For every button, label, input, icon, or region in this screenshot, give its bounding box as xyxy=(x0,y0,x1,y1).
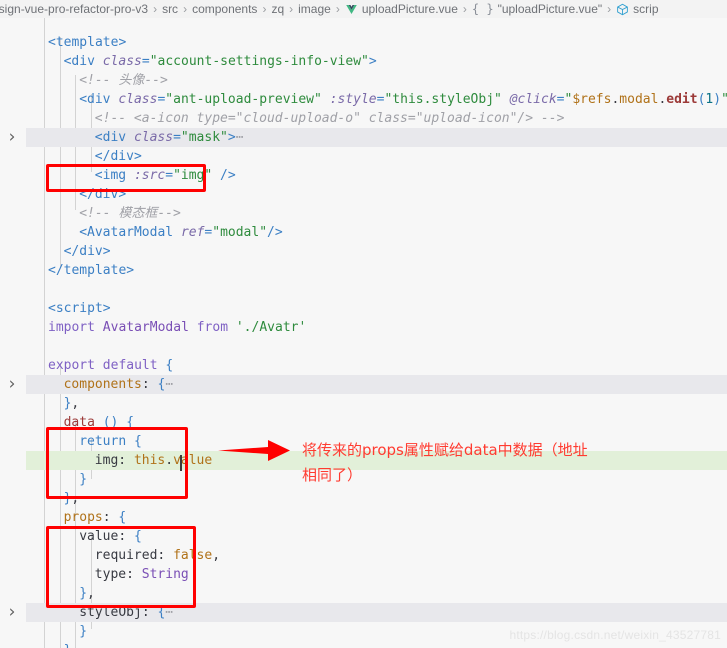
code-line-text: } xyxy=(79,624,88,639)
breadcrumb-label: uploadPicture.vue xyxy=(361,2,458,16)
breadcrumb-item-3[interactable]: zq xyxy=(271,0,284,18)
code-line-text: props: { xyxy=(63,510,127,525)
code-line[interactable]: <AvatarModal ref="modal"/> xyxy=(26,223,727,242)
breadcrumb-item-5[interactable]: uploadPicture.vue xyxy=(345,0,458,18)
code-line-text: }, xyxy=(79,586,95,601)
code-line[interactable]: }, xyxy=(26,641,727,648)
code-line[interactable]: data () { xyxy=(26,413,727,432)
code-line[interactable]: <div class="mask">⋯ xyxy=(26,128,727,147)
code-line-text: img: this.value xyxy=(94,453,213,468)
chevron-right-icon[interactable]: › xyxy=(4,128,20,147)
code-line[interactable]: <img :src="img" /> xyxy=(26,166,727,185)
code-line[interactable]: styleObj: {⋯ xyxy=(26,603,727,622)
code-line[interactable]: export default { xyxy=(26,356,727,375)
code-content[interactable]: <template> <div class="account-settings-i… xyxy=(26,18,727,648)
code-line-text: <script> xyxy=(48,301,111,316)
code-line-text: import AvatarModal from './Avatr' xyxy=(48,320,307,335)
breadcrumb-label: esign-vue-pro-refactor-pro-v3 xyxy=(0,2,149,16)
breadcrumb-label: scrip xyxy=(633,2,659,16)
code-line[interactable]: }, xyxy=(26,394,727,413)
code-line-text: </div> xyxy=(79,187,127,202)
breadcrumb-label: "uploadPicture.vue" xyxy=(497,2,603,16)
code-line-text: } xyxy=(79,472,88,487)
vue-file-icon xyxy=(345,3,358,16)
code-line-text: <!-- <a-icon type="cloud-upload-o" class… xyxy=(94,111,565,126)
code-line-text: </template> xyxy=(48,263,135,278)
chevron-right-icon[interactable]: › xyxy=(4,375,20,394)
code-line[interactable]: <div class="account-settings-info-view"> xyxy=(26,52,727,71)
code-line-text: }, xyxy=(26,641,80,648)
code-line-text: }, xyxy=(63,396,80,411)
code-line-text: styleObj: {⋯ xyxy=(79,605,174,620)
code-line[interactable]: type: String xyxy=(26,565,727,584)
code-line[interactable]: }, xyxy=(26,584,727,603)
breadcrumb[interactable]: esign-vue-pro-refactor-pro-v3 › src › compon… xyxy=(0,0,727,18)
breadcrumb-separator: › xyxy=(153,2,158,16)
watermark: https://blog.csdn.net/weixin_43527781 xyxy=(509,628,721,642)
right-arrow-icon xyxy=(218,440,290,461)
module-cube-icon xyxy=(616,3,629,16)
code-line[interactable]: import AvatarModal from './Avatr' xyxy=(26,318,727,337)
breadcrumb-separator: › xyxy=(183,2,188,16)
breadcrumb-label: src xyxy=(162,2,179,16)
code-line[interactable]: <!-- <a-icon type="cloud-upload-o" class… xyxy=(26,109,727,128)
code-line[interactable]: value: { xyxy=(26,527,727,546)
breadcrumb-separator: › xyxy=(289,2,294,16)
breadcrumb-label: zq xyxy=(271,2,285,16)
code-line-text: components: {⋯ xyxy=(63,377,174,392)
code-line[interactable]: <div class="ant-upload-preview" :style="… xyxy=(26,90,727,109)
code-line-text: <div class="mask">⋯ xyxy=(94,130,244,145)
code-line-text: </div> xyxy=(63,244,111,259)
annotation-note: 将传来的props属性赋给data中数据（地址 相同了） xyxy=(302,441,588,484)
code-line[interactable]: <script> xyxy=(26,299,727,318)
breadcrumb-item-4[interactable]: image xyxy=(298,0,331,18)
code-line[interactable]: <template> xyxy=(26,33,727,52)
code-line-text: <div class="ant-upload-preview" :style="… xyxy=(79,92,727,107)
code-line-text: </div> xyxy=(94,149,142,164)
breadcrumb-label: components xyxy=(192,2,258,16)
code-line[interactable]: required: false, xyxy=(26,546,727,565)
breadcrumb-item-6[interactable]: { } "uploadPicture.vue" xyxy=(472,0,602,18)
code-line-text: }, xyxy=(63,491,80,506)
breadcrumb-item-0[interactable]: esign-vue-pro-refactor-pro-v3 xyxy=(0,0,148,18)
code-line-text: <!-- 模态框--> xyxy=(79,206,181,221)
breadcrumb-separator: › xyxy=(607,2,612,16)
breadcrumb-separator: › xyxy=(262,2,267,16)
text-cursor xyxy=(180,455,182,471)
code-line-text: <div class="account-settings-info-view"> xyxy=(63,54,377,69)
code-line-text: return { xyxy=(79,434,142,449)
braces-icon: { } xyxy=(471,2,494,16)
breadcrumb-item-1[interactable]: src xyxy=(162,0,178,18)
code-line[interactable]: </div> xyxy=(26,185,727,204)
code-line[interactable]: <!-- 模态框--> xyxy=(26,204,727,223)
breadcrumb-separator: › xyxy=(462,2,467,16)
code-line[interactable]: components: {⋯ xyxy=(26,375,727,394)
code-line[interactable]: </template> xyxy=(26,261,727,280)
breadcrumb-item-2[interactable]: components xyxy=(192,0,257,18)
code-line-text: <AvatarModal ref="modal"/> xyxy=(79,225,283,240)
code-line[interactable]: <!-- 头像--> xyxy=(26,71,727,90)
code-line-text: type: String xyxy=(94,567,189,582)
code-line-text: <template> xyxy=(48,35,127,50)
code-line[interactable]: </div> xyxy=(26,242,727,261)
code-line[interactable]: }, xyxy=(26,489,727,508)
breadcrumb-separator: › xyxy=(335,2,340,16)
code-line-text: value: { xyxy=(79,529,142,544)
code-editor[interactable]: › › › <template> <div class="account-settin… xyxy=(0,18,727,648)
chevron-right-icon[interactable]: › xyxy=(4,603,20,622)
code-line-text: required: false, xyxy=(94,548,221,563)
code-line-text: <img :src="img" /> xyxy=(94,168,236,183)
code-line[interactable]: props: { xyxy=(26,508,727,527)
code-line[interactable] xyxy=(26,337,727,356)
breadcrumb-label: image xyxy=(298,2,331,16)
code-line[interactable]: </div> xyxy=(26,147,727,166)
editor-gutter: › › › xyxy=(0,18,26,648)
code-line-text: <!-- 头像--> xyxy=(79,73,168,88)
code-line-text: data () { xyxy=(63,415,135,430)
code-line-text: export default { xyxy=(48,358,174,373)
code-line[interactable] xyxy=(26,280,727,299)
breadcrumb-item-7[interactable]: scrip xyxy=(616,0,659,18)
